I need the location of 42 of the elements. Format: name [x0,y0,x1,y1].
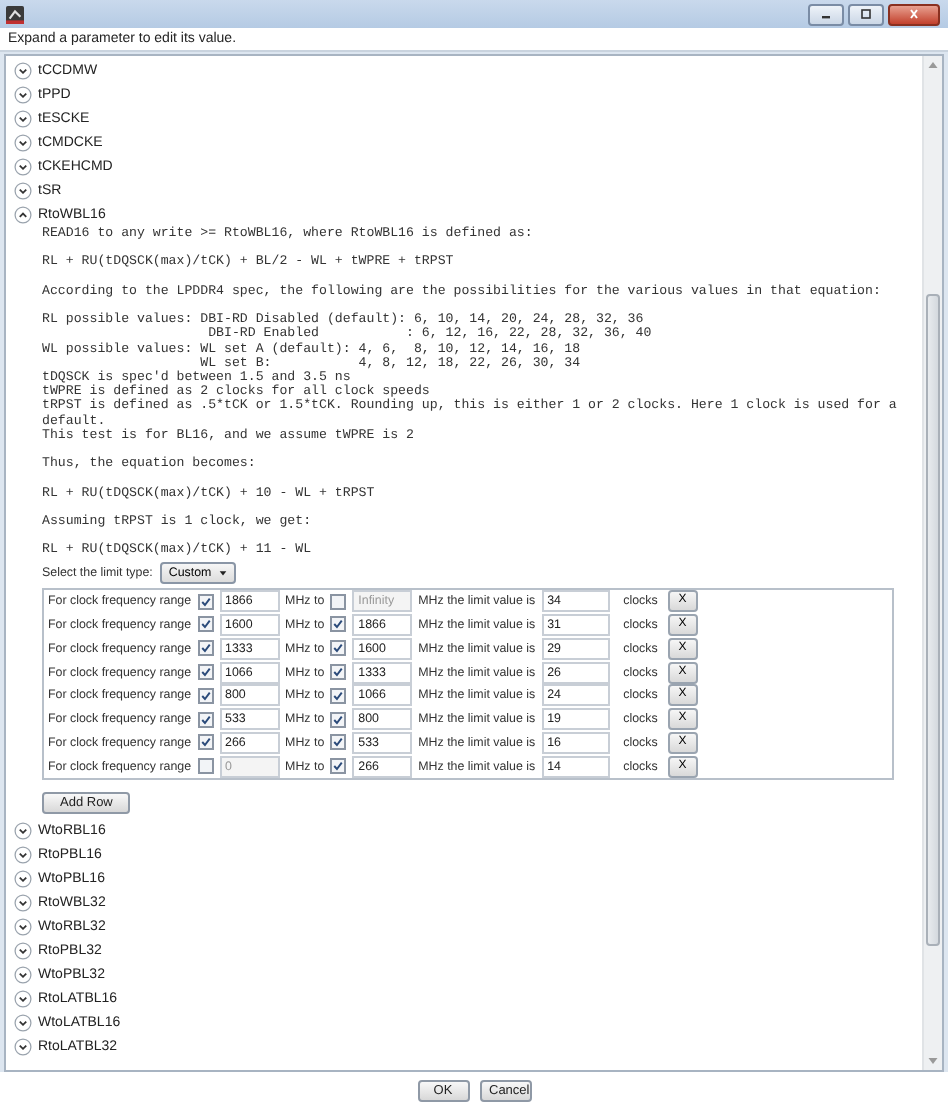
checkbox[interactable] [197,664,214,681]
checkbox[interactable] [330,664,347,681]
expand-icon[interactable] [14,989,32,1008]
scrollbar[interactable] [922,56,942,1070]
expand-icon[interactable] [14,61,32,79]
checkbox[interactable] [330,616,347,633]
expand-icon[interactable] [14,109,32,127]
expand-icon[interactable] [14,181,32,199]
expand-icon[interactable] [14,1013,32,1032]
checkbox[interactable] [197,640,214,657]
checkbox[interactable] [197,734,214,751]
expand-icon[interactable] [14,917,32,936]
checkbox[interactable] [197,758,214,775]
expand-icon[interactable] [14,965,32,984]
checkbox[interactable] [197,687,214,704]
expand-icon[interactable] [14,157,32,175]
checkbox[interactable] [197,711,214,728]
expand-icon[interactable] [14,1037,32,1056]
maximize-button[interactable] [848,3,884,25]
expand-icon[interactable] [14,821,32,840]
checkbox[interactable] [330,711,347,728]
checkbox[interactable] [197,616,214,633]
checkbox[interactable] [330,640,347,657]
app-icon [6,5,24,23]
expand-icon[interactable] [14,869,32,888]
scrollbar-thumb[interactable] [926,294,940,946]
close-icon [904,8,924,20]
checkbox[interactable] [330,758,347,775]
expand-icon[interactable] [14,845,32,864]
maximize-icon [856,8,876,20]
expand-icon[interactable] [14,893,32,912]
minimize-button[interactable] [808,3,844,25]
collapse-icon[interactable] [14,205,32,223]
close-button[interactable] [888,3,940,25]
checkbox[interactable] [330,687,347,704]
expand-icon[interactable] [14,133,32,151]
checkbox[interactable] [330,593,347,610]
checkbox[interactable] [330,734,347,751]
dropdown-arrow-icon [217,567,228,578]
expand-icon[interactable] [14,941,32,960]
expand-icon[interactable] [14,85,32,103]
checkbox[interactable] [197,593,214,610]
